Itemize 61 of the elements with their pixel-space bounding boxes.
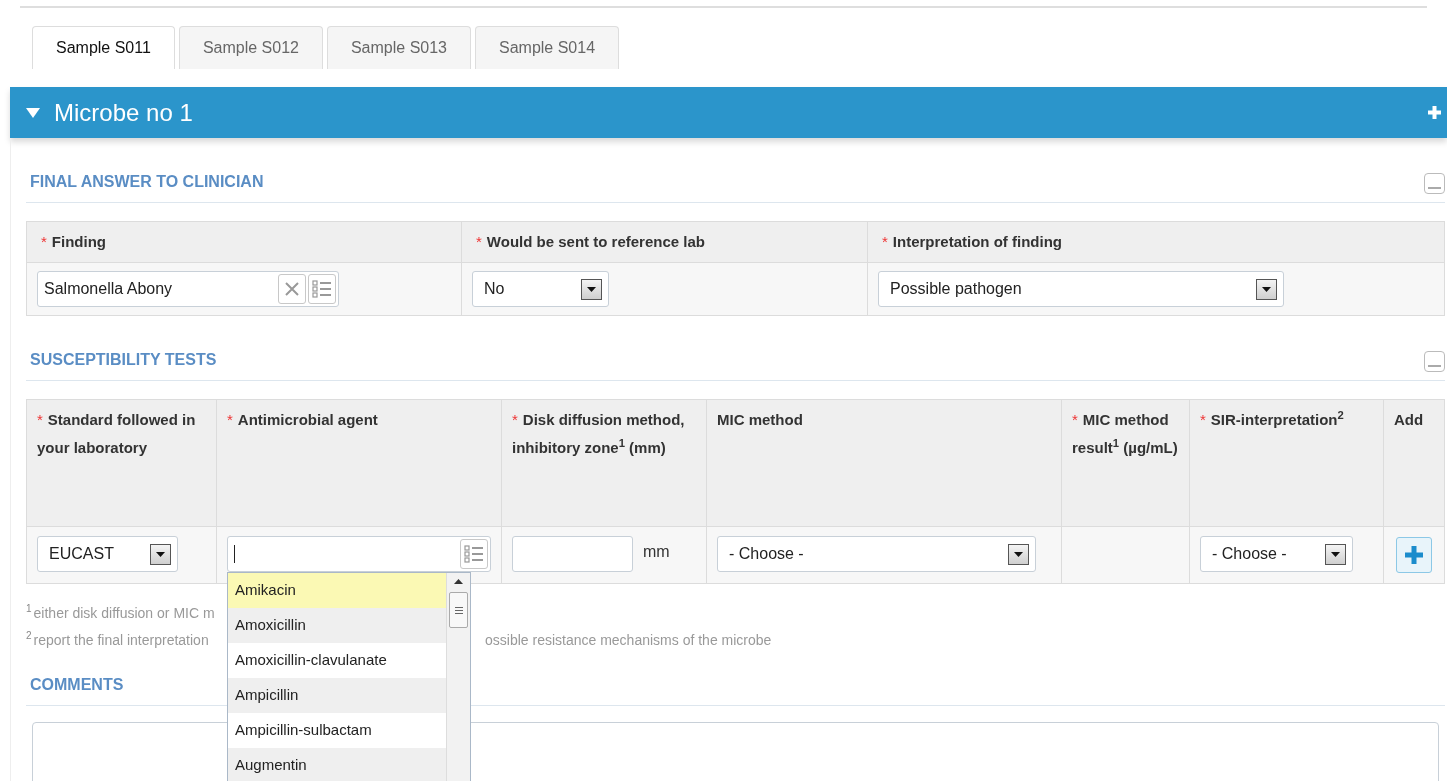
clear-button[interactable] <box>278 274 306 304</box>
list-button[interactable] <box>308 274 336 304</box>
footnote-text: report the final interpretation <box>33 631 209 649</box>
column-header: * Disk diffusion method, inhibitory zone$^{1}$ (mm) <box>512 410 686 458</box>
dropdown-option[interactable]: Amikacin <box>228 573 446 608</box>
scroll-up-icon[interactable] <box>454 579 463 584</box>
column-header: MIC method <box>717 410 804 430</box>
scroll-thumb[interactable] <box>449 592 468 628</box>
footnote-mark: 1 <box>26 604 32 616</box>
caret-icon <box>1014 551 1023 557</box>
section-title: COMMENTS <box>30 675 124 695</box>
mic-method-select[interactable]: - Choose - <box>717 536 1036 572</box>
dropdown-button[interactable] <box>1256 278 1277 300</box>
column-header: * Would be sent to reference lab <box>476 232 706 252</box>
agent-field[interactable] <box>227 536 491 572</box>
scrollbar[interactable] <box>446 573 470 781</box>
collapse-button[interactable] <box>1424 351 1445 372</box>
panel-title: Microbe no 1 <box>54 97 193 128</box>
dropdown-option[interactable]: Ampicillin <box>228 678 446 713</box>
unit-label: mm <box>643 542 670 562</box>
sample-tab[interactable]: Sample S014 <box>475 26 620 69</box>
zone-field[interactable] <box>512 536 633 572</box>
sample-tab[interactable]: Sample S011 <box>32 26 175 69</box>
add-button[interactable] <box>1396 537 1432 573</box>
footnote-text: ossible resistance mechanisms of the microbe <box>485 631 773 649</box>
column-header: Add <box>1394 410 1425 430</box>
column-header: * SIR-interpretation$^{2}$ <box>1200 408 1345 430</box>
column-header: * Interpretation of finding <box>882 232 1063 252</box>
column-header: * Antimicrobial agent <box>227 410 379 430</box>
sample-tab[interactable]: Sample S013 <box>326 26 471 69</box>
caret-icon <box>1331 551 1340 557</box>
section-title: SUSCEPTIBILITY TESTS <box>30 350 217 370</box>
list-button[interactable] <box>460 539 488 569</box>
caret-icon <box>156 551 165 557</box>
interpretation-select[interactable]: Possible pathogen <box>878 271 1284 307</box>
collapse-button[interactable] <box>1424 173 1445 194</box>
finding-field[interactable]: Salmonella Abony <box>37 271 339 307</box>
standard-select[interactable]: EUCAST <box>37 536 178 572</box>
caret-icon <box>587 286 596 292</box>
reference-lab-select[interactable]: No <box>472 271 609 307</box>
list-icon <box>312 279 332 299</box>
column-header: * Standard followed in your laboratory <box>37 410 197 458</box>
sample-tab[interactable]: Sample S012 <box>178 26 323 69</box>
close-icon <box>285 282 299 296</box>
footnote-text: either disk diffusion or MIC m <box>33 604 215 622</box>
list-icon <box>464 544 484 564</box>
column-header: * Finding <box>41 232 107 252</box>
dropdown-option[interactable]: Augmentin <box>228 748 446 781</box>
caret-icon <box>1262 286 1271 292</box>
triangle-down-icon <box>26 107 40 118</box>
section-title: FINAL ANSWER TO CLINICIAN <box>30 172 264 192</box>
sir-select[interactable]: - Choose - <box>1200 536 1353 572</box>
dropdown-button[interactable] <box>581 278 602 300</box>
dropdown-button[interactable] <box>1008 543 1029 565</box>
dropdown-button[interactable] <box>150 543 171 565</box>
column-header: * MIC method result$^{1}$ (µg/mL) <box>1072 410 1179 458</box>
footnote-mark: 2 <box>26 631 32 643</box>
dropdown-button[interactable] <box>1325 543 1346 565</box>
dropdown-option[interactable]: Amoxicillin <box>228 608 446 643</box>
plus-icon <box>1405 546 1423 564</box>
plus-icon[interactable] <box>1428 106 1441 119</box>
